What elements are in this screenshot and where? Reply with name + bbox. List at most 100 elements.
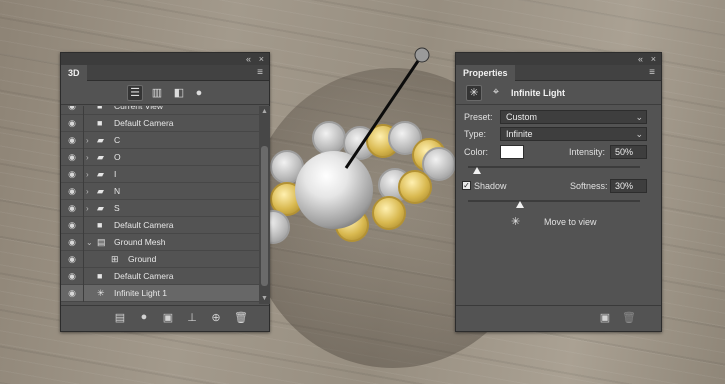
add-light-icon[interactable]: ● (137, 311, 151, 323)
light-properties-icon[interactable]: ✳ (466, 85, 482, 101)
render-icon[interactable]: ▣ (161, 311, 175, 324)
divider (83, 132, 84, 149)
list-item[interactable]: ◉ ✳ Infinite Light 1 (61, 285, 259, 302)
divider (83, 217, 84, 234)
list-item-label: Default Camera (114, 118, 174, 128)
intensity-slider-track[interactable] (468, 166, 640, 168)
scroll-up-icon[interactable]: ▲ (261, 108, 268, 115)
scroll-down-icon[interactable]: ▼ (261, 295, 268, 302)
divider (83, 234, 84, 251)
divider (83, 200, 84, 217)
camera-icon: ■ (97, 271, 103, 281)
list-item[interactable]: ◉ ■ Default Camera (61, 268, 259, 285)
close-icon[interactable]: × (259, 53, 264, 65)
panel-bottom-toolbar: ▤ ● ▣ ⊥ ⊕ 🗑 (61, 305, 269, 331)
softness-slider-track[interactable] (468, 200, 640, 202)
material-filter-icon[interactable]: ◧ (171, 85, 187, 101)
visibility-eye-icon[interactable]: ◉ (65, 285, 79, 302)
visibility-eye-icon[interactable]: ◉ (65, 268, 79, 285)
panel-menu-icon[interactable]: ≡ (257, 68, 263, 78)
divider (83, 251, 84, 268)
divider (83, 183, 84, 200)
visibility-eye-icon[interactable]: ◉ (65, 149, 79, 166)
list-item[interactable]: ◉ ⌄ ▤ Ground Mesh (61, 234, 259, 251)
preset-dropdown[interactable]: Custom ⌄ (500, 110, 647, 124)
material-icon: ⊞ (111, 254, 119, 264)
scroll-thumb[interactable] (261, 146, 268, 286)
chevron-down-icon: ⌄ (635, 112, 643, 122)
scene-filter-icon[interactable]: ☰ (127, 85, 143, 101)
chevron-down-icon: ⌄ (635, 129, 643, 139)
move-to-view-label: Move to view (544, 217, 597, 227)
panel-bottom-toolbar: ▣ 🗑 (456, 305, 661, 331)
list-item[interactable]: ◉ › ▰ O (61, 149, 259, 166)
list-item[interactable]: ◉ ⊞ Ground (61, 251, 259, 268)
list-item[interactable]: ◉ ■ Default Camera (61, 115, 259, 132)
light-color-swatch[interactable] (500, 145, 524, 159)
move-to-view-button[interactable]: ✳ Move to view (456, 214, 661, 230)
tab-properties[interactable]: Properties (456, 65, 515, 81)
properties-panel: « × Properties ≡ ✳ ⌖ Infinite Light Pres… (455, 52, 662, 332)
mesh-preset-icon[interactable]: ▤ (113, 311, 127, 324)
divider (83, 106, 84, 115)
shadow-checkbox[interactable]: ✓ (462, 181, 471, 190)
mesh-filter-icon[interactable]: ▥ (149, 85, 165, 101)
drop-to-plane-icon[interactable]: ⊥ (185, 311, 199, 324)
divider (83, 115, 84, 132)
camera-icon: ■ (97, 106, 103, 111)
list-item-label: S (114, 203, 120, 213)
softness-input[interactable]: 30% (610, 179, 647, 193)
visibility-eye-icon[interactable]: ◉ (65, 200, 79, 217)
visibility-eye-icon[interactable]: ◉ (65, 166, 79, 183)
visibility-eye-icon[interactable]: ◉ (65, 251, 79, 268)
chevron-right-icon[interactable]: › (86, 200, 89, 217)
type-dropdown[interactable]: Infinite ⌄ (500, 127, 647, 141)
scrollbar[interactable]: ▲ ▼ (259, 106, 270, 304)
visibility-eye-icon[interactable]: ◉ (65, 183, 79, 200)
visibility-eye-icon[interactable]: ◉ (65, 115, 79, 132)
chevron-right-icon[interactable]: › (86, 132, 89, 149)
close-icon[interactable]: × (651, 53, 656, 65)
render-icon[interactable]: ▣ (598, 311, 612, 324)
softness-label: Softness: (570, 181, 608, 191)
delete-icon: 🗑 (622, 312, 636, 324)
new-object-icon[interactable]: ⊕ (209, 311, 223, 324)
folder-icon: ▰ (97, 152, 104, 162)
folder-icon: ▰ (97, 135, 104, 145)
visibility-eye-icon[interactable]: ◉ (65, 106, 79, 115)
coordinates-icon[interactable]: ⌖ (488, 85, 504, 101)
chevron-right-icon[interactable]: › (86, 183, 89, 200)
list-item[interactable]: ◉ › ▰ N (61, 183, 259, 200)
list-item[interactable]: ◉ › ▰ S (61, 200, 259, 217)
panel-menu-icon[interactable]: ≡ (649, 68, 655, 78)
list-item-label: Default Camera (114, 271, 174, 281)
softness-slider-handle[interactable] (515, 201, 524, 208)
visibility-eye-icon[interactable]: ◉ (65, 217, 79, 234)
chevron-right-icon[interactable]: › (86, 149, 89, 166)
camera-icon: ■ (97, 220, 103, 230)
list-item[interactable]: ◉ › ▰ C (61, 132, 259, 149)
visibility-eye-icon[interactable]: ◉ (65, 234, 79, 251)
3d-panel: « × 3D ≡ ☰ ▥ ◧ ● ◉ ■ Current View ◉ ■ Default… (60, 52, 270, 332)
light-filter-icon[interactable]: ● (191, 85, 207, 101)
divider (83, 166, 84, 183)
collapse-icon[interactable]: « (246, 53, 251, 65)
collapse-icon[interactable]: « (638, 53, 643, 65)
tab-3d[interactable]: 3D (61, 65, 87, 81)
list-item-label: Current View (114, 106, 163, 111)
intensity-slider-handle[interactable] (472, 167, 481, 174)
chevron-right-icon[interactable]: › (86, 166, 89, 183)
infinite-light-icon: ✳ (97, 288, 105, 298)
list-item[interactable]: ◉ ■ Default Camera (61, 217, 259, 234)
panel-titlebar[interactable]: « × (456, 53, 661, 65)
delete-icon[interactable]: 🗑 (234, 311, 248, 324)
list-item[interactable]: ◉ ■ Current View (61, 106, 259, 115)
intensity-input[interactable]: 50% (610, 145, 647, 159)
list-item[interactable]: ◉ › ▰ I (61, 166, 259, 183)
visibility-eye-icon[interactable]: ◉ (65, 132, 79, 149)
chevron-down-icon[interactable]: ⌄ (86, 234, 93, 251)
preset-label: Preset: (464, 112, 493, 122)
panel-titlebar[interactable]: « × (61, 53, 269, 65)
mesh-icon: ▤ (97, 237, 106, 247)
list-item-label: Ground Mesh (114, 237, 166, 247)
